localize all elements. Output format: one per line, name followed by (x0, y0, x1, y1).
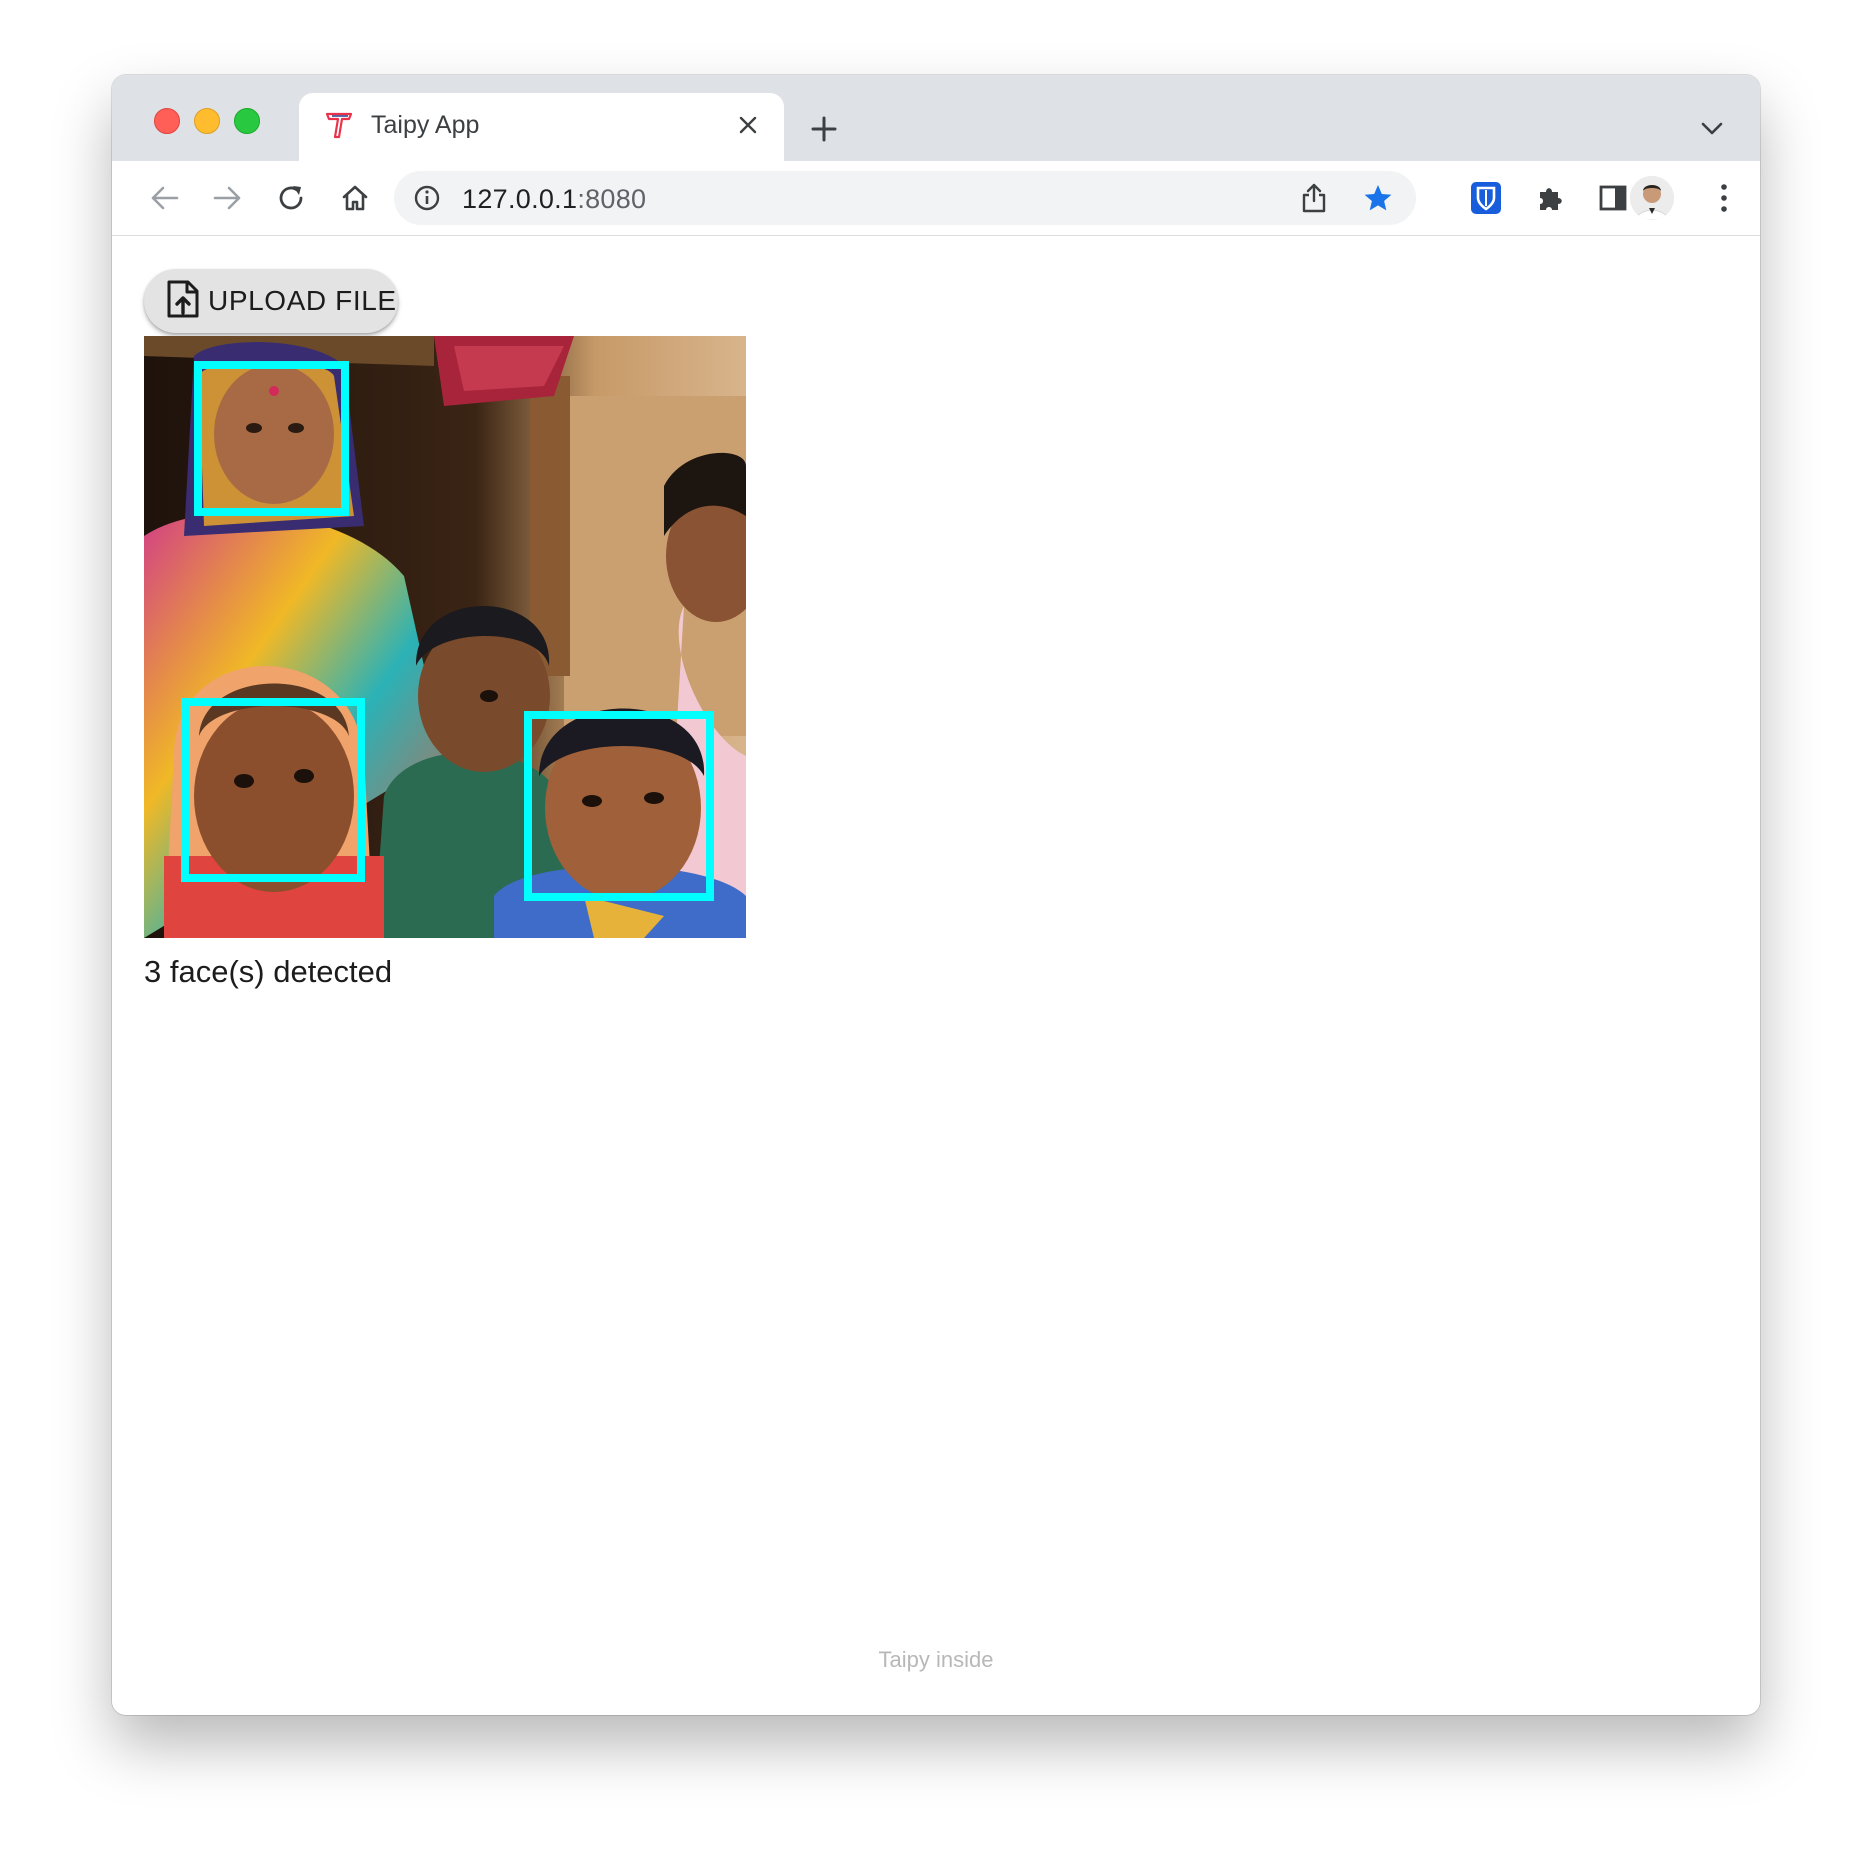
taipy-footer: Taipy inside (878, 1647, 994, 1672)
close-window-button[interactable] (154, 108, 180, 134)
star-icon[interactable] (1360, 180, 1396, 216)
address-bar[interactable]: 127.0.0.1:8080 (394, 171, 1416, 225)
page-content: UPLOAD FILE 3 face(s) detected Taipy ins… (112, 236, 1760, 1715)
browser-toolbar: 127.0.0.1:8080 (112, 161, 1760, 236)
face-bounding-box (194, 361, 349, 516)
chevron-down-icon[interactable] (1692, 109, 1732, 149)
tab-title: Taipy App (371, 111, 480, 139)
upload-file-button[interactable]: UPLOAD FILE (144, 269, 398, 333)
detected-faces-image (144, 336, 746, 938)
upload-file-label: UPLOAD FILE (208, 285, 397, 316)
reload-icon[interactable] (267, 174, 315, 222)
info-icon[interactable] (412, 183, 442, 213)
face-bounding-box (524, 711, 714, 901)
taipy-logo-icon (323, 109, 355, 141)
home-icon[interactable] (331, 174, 379, 222)
tab-strip: Taipy App (112, 75, 1760, 161)
kebab-menu-icon[interactable] (1700, 174, 1748, 222)
avatar[interactable] (1630, 176, 1674, 220)
close-icon[interactable] (730, 107, 766, 143)
faces-detected-text: 3 face(s) detected (144, 954, 393, 989)
puzzle-icon[interactable] (1526, 174, 1574, 222)
url-text: 127.0.0.1:8080 (462, 184, 647, 214)
plus-icon[interactable] (802, 107, 846, 151)
share-icon[interactable] (1296, 180, 1332, 216)
arrow-right-icon[interactable] (204, 174, 252, 222)
shield-icon[interactable] (1462, 174, 1510, 222)
tab-taipy-app[interactable]: Taipy App (299, 93, 784, 161)
face-bounding-box (181, 698, 365, 882)
arrow-left-icon[interactable] (140, 174, 188, 222)
file-upload-icon (166, 279, 200, 324)
minimize-window-button[interactable] (194, 108, 220, 134)
maximize-window-button[interactable] (234, 108, 260, 134)
browser-window: Taipy App 127.0.0.1:8080 UPLOAD FILE 3 f… (112, 75, 1760, 1715)
